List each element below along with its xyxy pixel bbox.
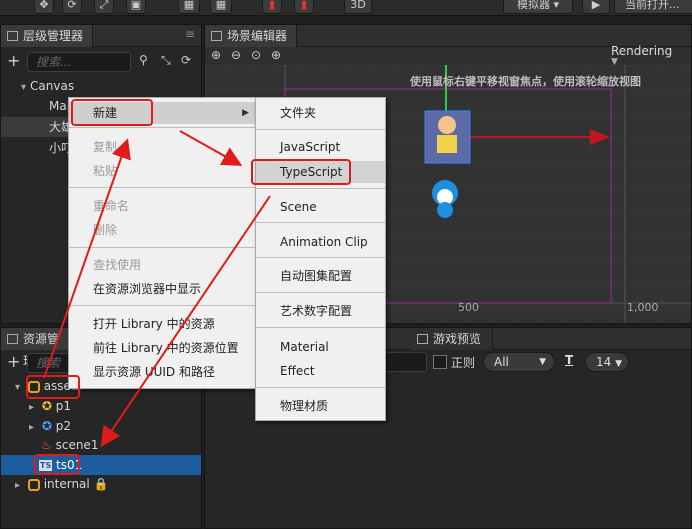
arrow-new-to-typescript xyxy=(179,130,243,166)
arrow-typescript-to-ts01 xyxy=(100,195,271,447)
annotation-arrows xyxy=(43,130,271,447)
arrow-assets-to-new xyxy=(43,138,131,379)
